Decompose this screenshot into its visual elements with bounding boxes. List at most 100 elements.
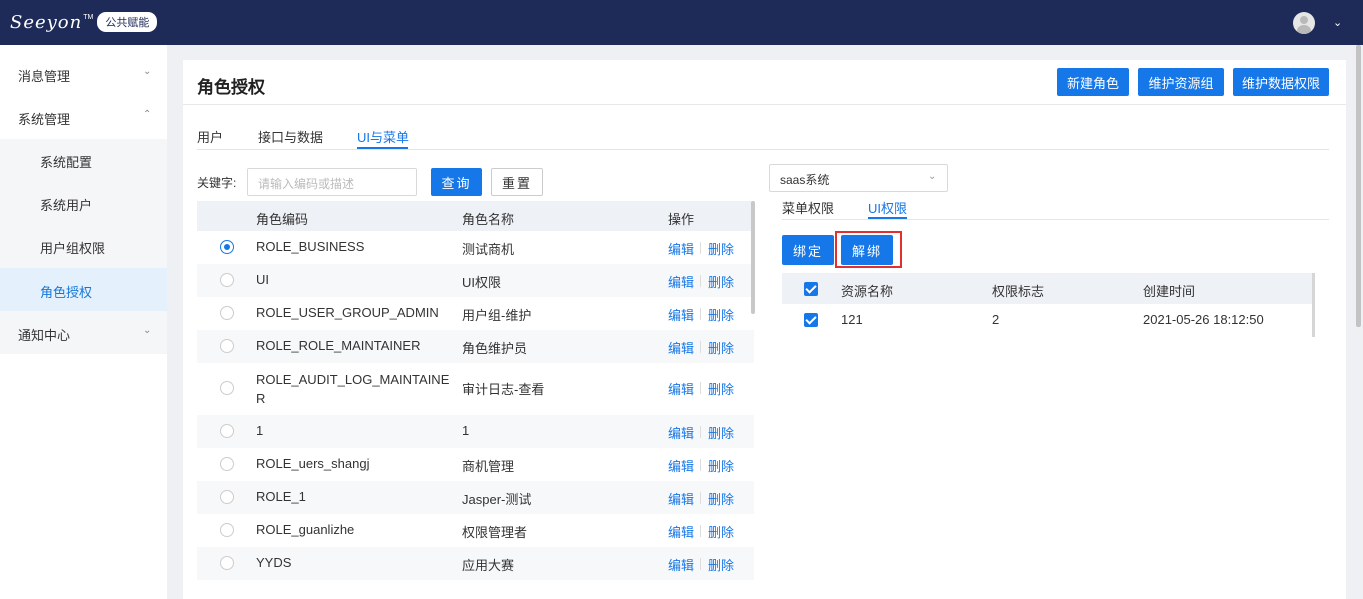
table-header: 角色编码 角色名称 操作 [197, 201, 754, 231]
new-role-button[interactable]: 新建角色 [1057, 68, 1129, 96]
row-radio[interactable] [220, 273, 234, 287]
action-separator [700, 308, 701, 320]
sidebar-item-label: 通知中心 [18, 328, 71, 343]
delete-link[interactable]: 删除 [708, 379, 734, 398]
avatar-head [1300, 16, 1308, 24]
row-radio[interactable] [220, 240, 234, 254]
role-name-cell: UI权限 [462, 275, 502, 290]
table-row[interactable]: 1 1 编辑 删除 [197, 415, 754, 448]
sidebar-item-user-group-permission[interactable]: 用户组权限 [0, 224, 167, 267]
delete-link[interactable]: 删除 [708, 338, 734, 357]
sidebar-item-label: 消息管理 [18, 69, 71, 84]
resource-table: 资源名称 权限标志 创建时间 121 2 2021-05-26 18:12:50 [782, 273, 1314, 337]
tab-menu-permission[interactable]: 菜单权限 [782, 198, 834, 217]
row-radio[interactable] [220, 381, 234, 395]
table-row[interactable]: ROLE_ROLE_MAINTAINER 角色维护员 编辑 删除 [197, 330, 754, 363]
reset-button[interactable]: 重置 [491, 168, 543, 196]
delete-link[interactable]: 删除 [708, 522, 734, 541]
action-separator [700, 525, 701, 537]
delete-link[interactable]: 删除 [708, 239, 734, 258]
row-radio[interactable] [220, 424, 234, 438]
table-row[interactable]: ROLE_guanlizhe 权限管理者 编辑 删除 [197, 514, 754, 547]
action-separator [700, 275, 701, 287]
resource-table-scrollbar[interactable] [1312, 273, 1315, 337]
edit-link[interactable]: 编辑 [668, 522, 694, 541]
chevron-down-icon: ⌄ [143, 66, 152, 77]
table-row[interactable]: YYDS 应用大赛 编辑 删除 [197, 547, 754, 580]
role-name-cell: 审计日志-查看 [462, 382, 545, 397]
title-divider [183, 104, 1346, 105]
keyword-search-input[interactable]: 请输入编码或描述 [247, 168, 417, 196]
sidebar-item-system-config[interactable]: 系统配置 [0, 138, 167, 181]
maintain-data-permission-button[interactable]: 维护数据权限 [1233, 68, 1329, 96]
chevron-up-icon: ⌃ [143, 109, 152, 120]
edit-link[interactable]: 编辑 [668, 338, 694, 357]
user-avatar-icon[interactable] [1293, 12, 1315, 34]
permission-flag-cell: 2 [992, 312, 1000, 327]
row-radio[interactable] [220, 457, 234, 471]
page-scrollbar[interactable] [1356, 45, 1361, 327]
role-name-cell: 角色维护员 [462, 341, 528, 356]
sidebar-item-message-management[interactable]: 消息管理 ⌄ [0, 52, 167, 95]
row-radio[interactable] [220, 339, 234, 353]
tab-users[interactable]: 用户 [197, 127, 223, 146]
row-radio[interactable] [220, 523, 234, 537]
created-time-cell: 2021-05-26 18:12:50 [1143, 312, 1264, 327]
row-radio[interactable] [220, 306, 234, 320]
select-all-checkbox[interactable] [804, 282, 818, 296]
role-code-cell: ROLE_uers_shangj [256, 456, 370, 471]
table-row[interactable]: UI UI权限 编辑 删除 [197, 264, 754, 297]
delete-link[interactable]: 删除 [708, 423, 734, 442]
table-row[interactable]: ROLE_1 Jasper-测试 编辑 删除 [197, 481, 754, 514]
edit-link[interactable]: 编辑 [668, 239, 694, 258]
sidebar-item-role-authorization[interactable]: 角色授权 [0, 268, 167, 311]
table-row[interactable]: ROLE_AUDIT_LOG_MAINTAINER 审计日志-查看 编辑 删除 [197, 363, 754, 415]
chevron-down-icon[interactable]: ⌄ [1333, 16, 1342, 29]
delete-link[interactable]: 删除 [708, 489, 734, 508]
chevron-down-icon: ⌄ [143, 325, 152, 336]
row-checkbox[interactable] [804, 313, 818, 327]
unbind-button[interactable]: 解绑 [841, 235, 893, 265]
seeyon-logo[interactable]: Seeyon TM 公共赋能 [10, 9, 158, 35]
edit-link[interactable]: 编辑 [668, 555, 694, 574]
edit-link[interactable]: 编辑 [668, 456, 694, 475]
page-title: 角色授权 [197, 78, 265, 97]
role-code-cell: 1 [256, 423, 264, 438]
table-header: 资源名称 权限标志 创建时间 [782, 273, 1314, 304]
role-code-cell: ROLE_guanlizhe [256, 522, 355, 537]
row-radio[interactable] [220, 556, 234, 570]
edit-link[interactable]: 编辑 [668, 305, 694, 324]
column-header-created-time: 创建时间 [1143, 284, 1196, 299]
query-button[interactable]: 查询 [431, 168, 482, 196]
sidebar-item-system-management[interactable]: 系统管理 ⌃ [0, 95, 167, 138]
tab-ui-permission[interactable]: UI权限 [868, 198, 907, 217]
role-table: 角色编码 角色名称 操作 ROLE_BUSINESS 测试商机 编辑 删除 UI… [197, 201, 755, 580]
sidebar-item-label: 系统配置 [40, 155, 93, 170]
table-row[interactable]: ROLE_BUSINESS 测试商机 编辑 删除 [197, 231, 754, 264]
delete-link[interactable]: 删除 [708, 456, 734, 475]
sidebar-item-notification-center[interactable]: 通知中心 ⌄ [0, 311, 167, 354]
delete-link[interactable]: 删除 [708, 555, 734, 574]
table-scrollbar[interactable] [751, 201, 755, 314]
tab-api-data[interactable]: 接口与数据 [258, 127, 323, 146]
action-separator [700, 492, 701, 504]
role-name-cell: 权限管理者 [462, 525, 528, 540]
system-select[interactable]: saas系统 ⌄ [769, 164, 948, 192]
edit-link[interactable]: 编辑 [668, 379, 694, 398]
delete-link[interactable]: 删除 [708, 272, 734, 291]
table-row[interactable]: 121 2 2021-05-26 18:12:50 [782, 304, 1314, 337]
top-bar: Seeyon TM 公共赋能 ⌄ [0, 0, 1363, 45]
tab-ui-menu[interactable]: UI与菜单 [357, 127, 409, 146]
action-separator [700, 459, 701, 471]
delete-link[interactable]: 删除 [708, 305, 734, 324]
edit-link[interactable]: 编辑 [668, 423, 694, 442]
row-radio[interactable] [220, 490, 234, 504]
edit-link[interactable]: 编辑 [668, 489, 694, 508]
table-row[interactable]: ROLE_USER_GROUP_ADMIN 用户组-维护 编辑 删除 [197, 297, 754, 330]
table-row[interactable]: ROLE_uers_shangj 商机管理 编辑 删除 [197, 448, 754, 481]
sidebar-item-system-users[interactable]: 系统用户 [0, 181, 167, 224]
edit-link[interactable]: 编辑 [668, 272, 694, 291]
maintain-resource-group-button[interactable]: 维护资源组 [1138, 68, 1224, 96]
bind-button[interactable]: 绑定 [782, 235, 834, 265]
role-code-cell: ROLE_AUDIT_LOG_MAINTAINER [256, 372, 450, 406]
